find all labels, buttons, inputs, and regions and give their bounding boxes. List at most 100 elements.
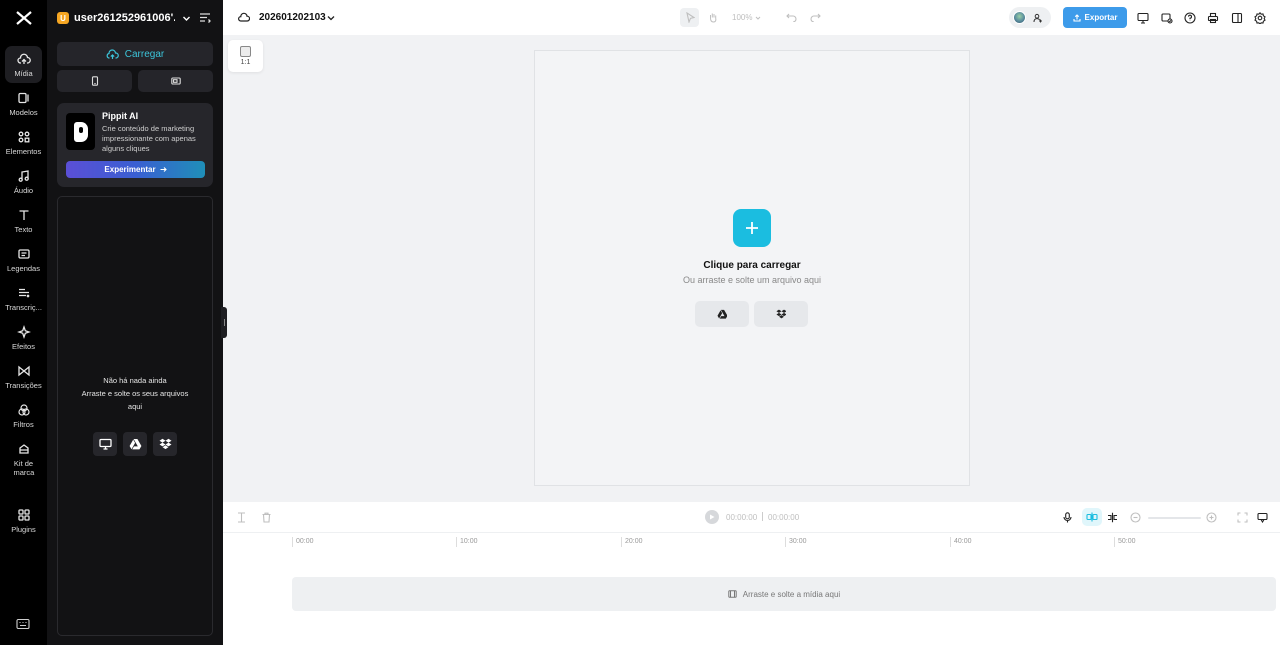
nav-item-filtros[interactable]: Filtros <box>5 403 42 429</box>
collaborators-button[interactable] <box>1009 7 1051 28</box>
dropbox-icon <box>775 309 787 319</box>
keyboard-icon[interactable] <box>16 618 30 630</box>
zoom-out-icon[interactable] <box>1130 512 1141 523</box>
chevron-down-icon <box>755 15 761 21</box>
google-drive-icon <box>717 309 728 319</box>
timeline-zoom-slider[interactable] <box>1148 517 1201 519</box>
canvas-stage[interactable]: Clique para carregar Ou arraste e solte … <box>534 50 970 486</box>
present-screen-icon[interactable] <box>1137 12 1149 24</box>
nav-item-texto[interactable]: Texto <box>5 208 42 234</box>
timeline-drop-area[interactable]: Arraste e solte a mídia aqui <box>292 577 1276 611</box>
hand-icon <box>708 12 718 23</box>
empty-state-line2: Arraste e solte os seus arquivos aqui <box>81 389 189 411</box>
cloud-upload-icon <box>16 52 31 66</box>
nav-item-audio[interactable]: Áudio <box>5 169 42 195</box>
nav-item-efeitos[interactable]: Efeitos <box>5 325 42 351</box>
ruler-tick: 00:00 <box>292 537 314 547</box>
ruler-tick: 50:00 <box>1114 537 1136 547</box>
trash-icon[interactable] <box>261 512 272 523</box>
nav-item-label: Transcriç... <box>5 303 42 312</box>
music-note-icon <box>17 169 31 183</box>
nav-item-label: Mídia <box>14 69 33 78</box>
text-t-icon <box>17 208 31 222</box>
play-button[interactable] <box>705 510 719 524</box>
auto-snap-toggle[interactable] <box>1082 508 1102 526</box>
nav-rail: Mídia Modelos Elementos Áudio Texto Lege… <box>0 0 47 645</box>
project-name[interactable]: 202601202103 <box>259 12 326 23</box>
upload-arrow-icon <box>1072 13 1081 22</box>
select-tool-button[interactable] <box>680 8 699 27</box>
comment-icon[interactable] <box>1257 512 1268 523</box>
upload-from-drive-button[interactable] <box>123 432 147 456</box>
transition-icon <box>17 364 31 378</box>
google-drive-icon <box>129 438 142 450</box>
zoom-select[interactable]: 100% <box>732 13 761 22</box>
nav-item-label: Elementos <box>5 147 42 156</box>
nav-item-label: Texto <box>14 225 33 234</box>
sparkle-icon <box>16 325 31 339</box>
promo-title: Pippit AI <box>102 111 139 121</box>
workspace-selector[interactable]: U user261252961006'... <box>57 9 191 27</box>
undo-icon[interactable] <box>786 12 797 22</box>
media-dropzone[interactable]: Não há nada ainda Arraste e solte os seu… <box>57 196 213 636</box>
panel-collapse-handle[interactable] <box>221 307 227 338</box>
cloud-upload-icon <box>106 48 119 60</box>
chevron-down-icon[interactable] <box>327 14 335 22</box>
monitor-icon <box>98 438 112 450</box>
upload-from-device-button[interactable] <box>138 70 213 92</box>
phone-icon <box>90 76 100 86</box>
tablet-icon <box>170 76 181 86</box>
template-icon <box>17 91 31 105</box>
capcut-logo-icon[interactable] <box>14 9 34 27</box>
device-preview-icon[interactable] <box>1161 12 1173 24</box>
aspect-ratio-button[interactable]: 1:1 <box>228 40 263 72</box>
export-button[interactable]: Exportar <box>1063 7 1127 28</box>
nav-item-modelos[interactable]: Modelos <box>5 91 42 117</box>
print-icon[interactable] <box>1207 12 1219 24</box>
nav-item-plugins[interactable]: Plugins <box>5 508 42 534</box>
nav-item-kit-de-marca[interactable]: Kit de marca <box>5 442 42 477</box>
empty-state-text: Não há nada ainda Arraste e solte os seu… <box>58 374 212 413</box>
timeline: 00:00:00 00:00:00 00:00 10:00 20:00 30:0… <box>223 502 1280 645</box>
media-icon <box>728 590 737 598</box>
canvas-dropbox-button[interactable] <box>754 301 808 327</box>
upload-from-dropbox-button[interactable] <box>153 432 177 456</box>
nav-item-label: Efeitos <box>12 342 35 351</box>
nav-item-transcricao[interactable]: Transcriç... <box>5 286 42 312</box>
redo-icon[interactable] <box>810 12 821 22</box>
user-avatar <box>1013 11 1026 24</box>
hand-tool-button[interactable] <box>704 8 721 27</box>
nav-item-midia[interactable]: Mídia <box>5 46 42 83</box>
canvas-drive-button[interactable] <box>695 301 749 327</box>
try-now-button[interactable]: Experimentar <box>66 161 205 178</box>
upload-label: Carregar <box>124 48 165 60</box>
split-icon[interactable] <box>236 512 247 523</box>
export-label: Exportar <box>1084 13 1118 22</box>
add-user-icon <box>1033 13 1043 23</box>
settings-gear-icon[interactable] <box>1254 12 1266 24</box>
nav-item-label: Transições <box>5 381 42 390</box>
nav-item-legendas[interactable]: Legendas <box>5 247 42 273</box>
upload-from-phone-button[interactable] <box>57 70 132 92</box>
nav-item-transicoes[interactable]: Transições <box>5 364 42 390</box>
layout-panel-icon[interactable] <box>1231 12 1243 24</box>
upload-button[interactable]: Carregar <box>57 42 213 66</box>
microphone-icon[interactable] <box>1062 512 1073 523</box>
zoom-value: 100% <box>732 13 753 22</box>
fit-to-screen-icon[interactable] <box>1237 512 1248 523</box>
chevron-down-icon <box>182 14 191 23</box>
nav-item-label: Modelos <box>9 108 38 117</box>
upload-from-computer-button[interactable] <box>93 432 117 456</box>
panel-menu-icon[interactable] <box>199 12 211 23</box>
help-icon[interactable] <box>1184 12 1196 24</box>
play-icon <box>709 514 715 520</box>
canvas-upload-title[interactable]: Clique para carregar <box>535 260 969 271</box>
link-track-icon[interactable] <box>1107 512 1118 523</box>
workspace-name: user261252961006'... <box>74 12 175 24</box>
canvas-upload-subtitle: Ou arraste e solte um arquivo aqui <box>682 275 822 285</box>
timeline-ruler[interactable]: 00:00 10:00 20:00 30:00 40:00 50:00 <box>292 533 1280 547</box>
add-media-button[interactable] <box>733 209 771 247</box>
nav-item-elementos[interactable]: Elementos <box>5 130 42 156</box>
timeline-toolbar: 00:00:00 00:00:00 <box>223 502 1280 533</box>
zoom-in-icon[interactable] <box>1206 512 1217 523</box>
